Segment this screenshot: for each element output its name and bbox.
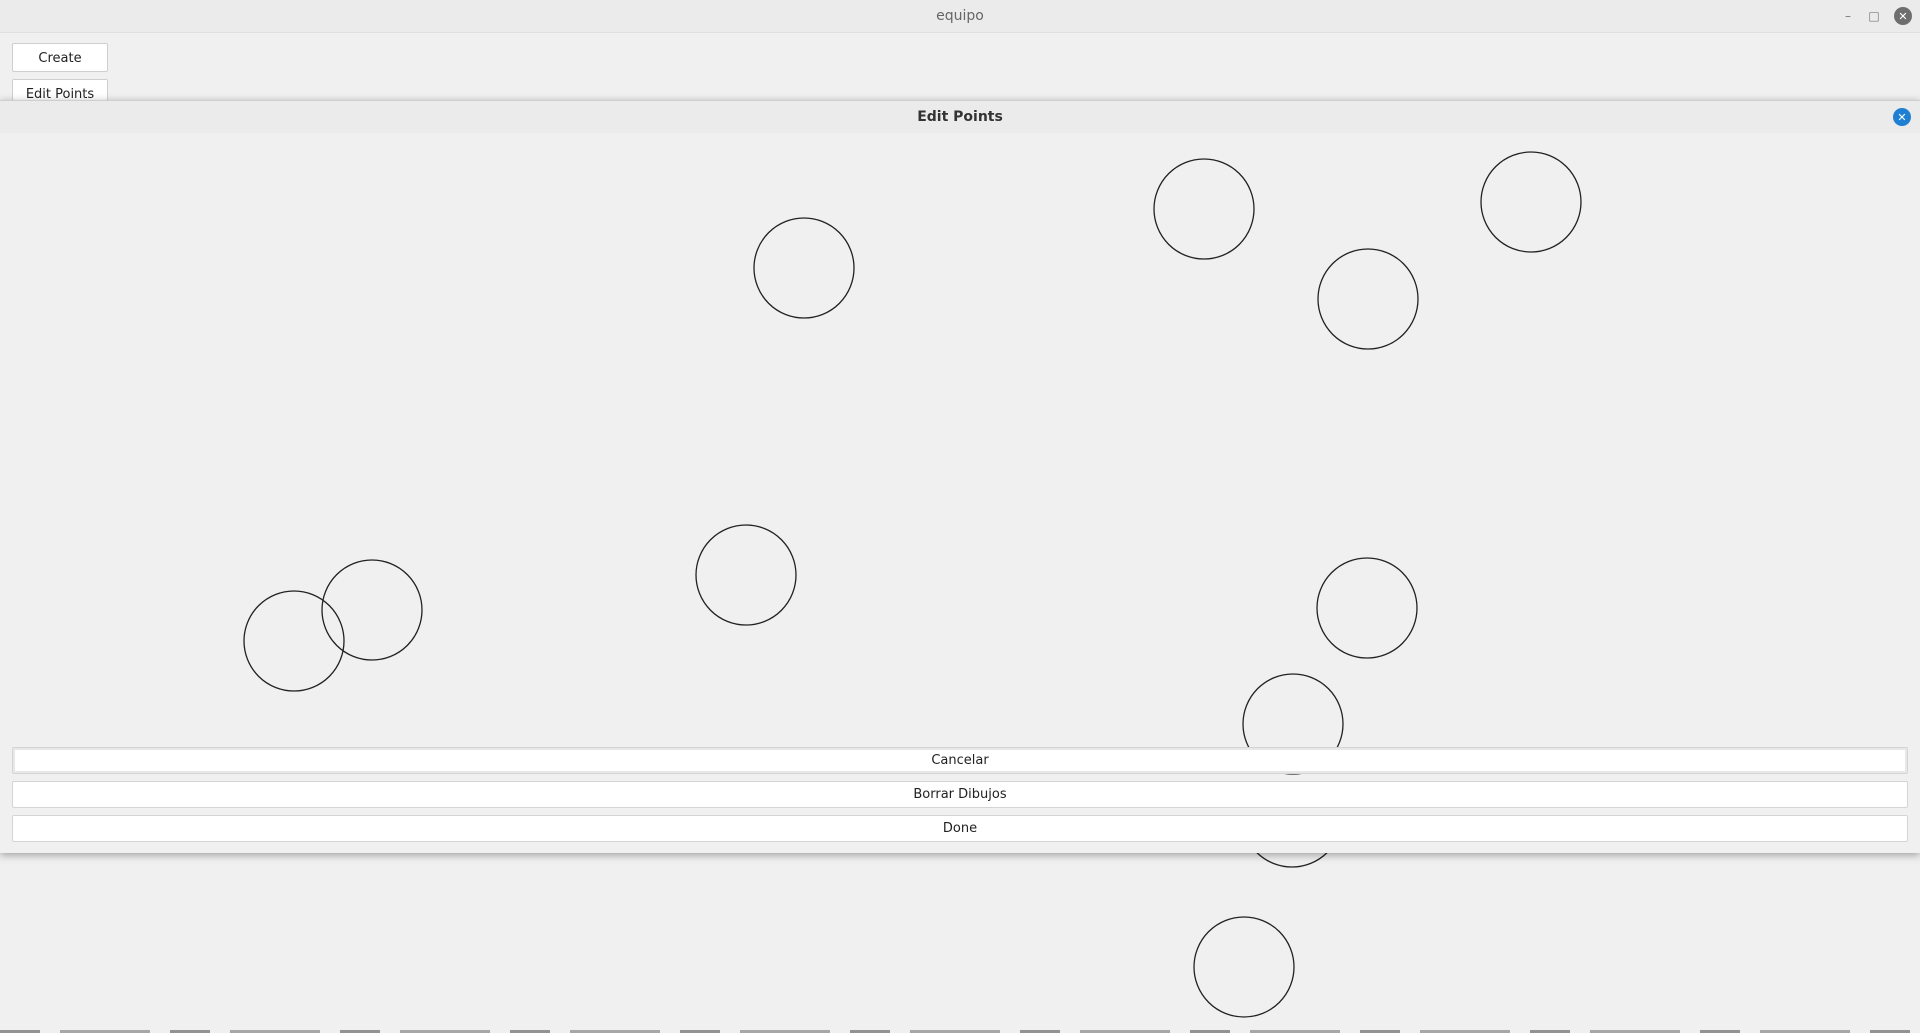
minimize-icon[interactable]: – <box>1840 8 1856 24</box>
point-circle[interactable] <box>695 524 797 626</box>
point-circle[interactable] <box>1480 151 1582 253</box>
point-circle[interactable] <box>1193 916 1295 1018</box>
dialog-close-icon[interactable]: ✕ <box>1893 108 1911 126</box>
point-circle[interactable] <box>1153 158 1255 260</box>
maximize-icon[interactable]: □ <box>1866 8 1882 24</box>
points-canvas[interactable] <box>0 133 1920 843</box>
point-circle[interactable] <box>1317 248 1419 350</box>
done-button[interactable]: Done <box>12 815 1908 842</box>
dialog-titlebar: Edit Points ✕ <box>0 101 1920 133</box>
window-title: equipo <box>936 8 984 24</box>
dialog-title: Edit Points <box>917 109 1003 125</box>
edit-points-button[interactable]: Edit Points <box>12 79 108 101</box>
clear-drawings-button[interactable]: Borrar Dibujos <box>12 781 1908 808</box>
point-circle[interactable] <box>243 590 345 692</box>
point-circle[interactable] <box>321 559 423 661</box>
edit-points-dialog: Edit Points ✕ Cancelar Borrar Dibujos Do… <box>0 100 1920 853</box>
point-circle[interactable] <box>753 217 855 319</box>
cancel-button[interactable]: Cancelar <box>12 747 1908 774</box>
close-icon[interactable]: ✕ <box>1894 7 1912 25</box>
create-button[interactable]: Create <box>12 43 108 72</box>
point-circle[interactable] <box>1316 557 1418 659</box>
main-titlebar: equipo – □ ✕ <box>0 0 1920 33</box>
